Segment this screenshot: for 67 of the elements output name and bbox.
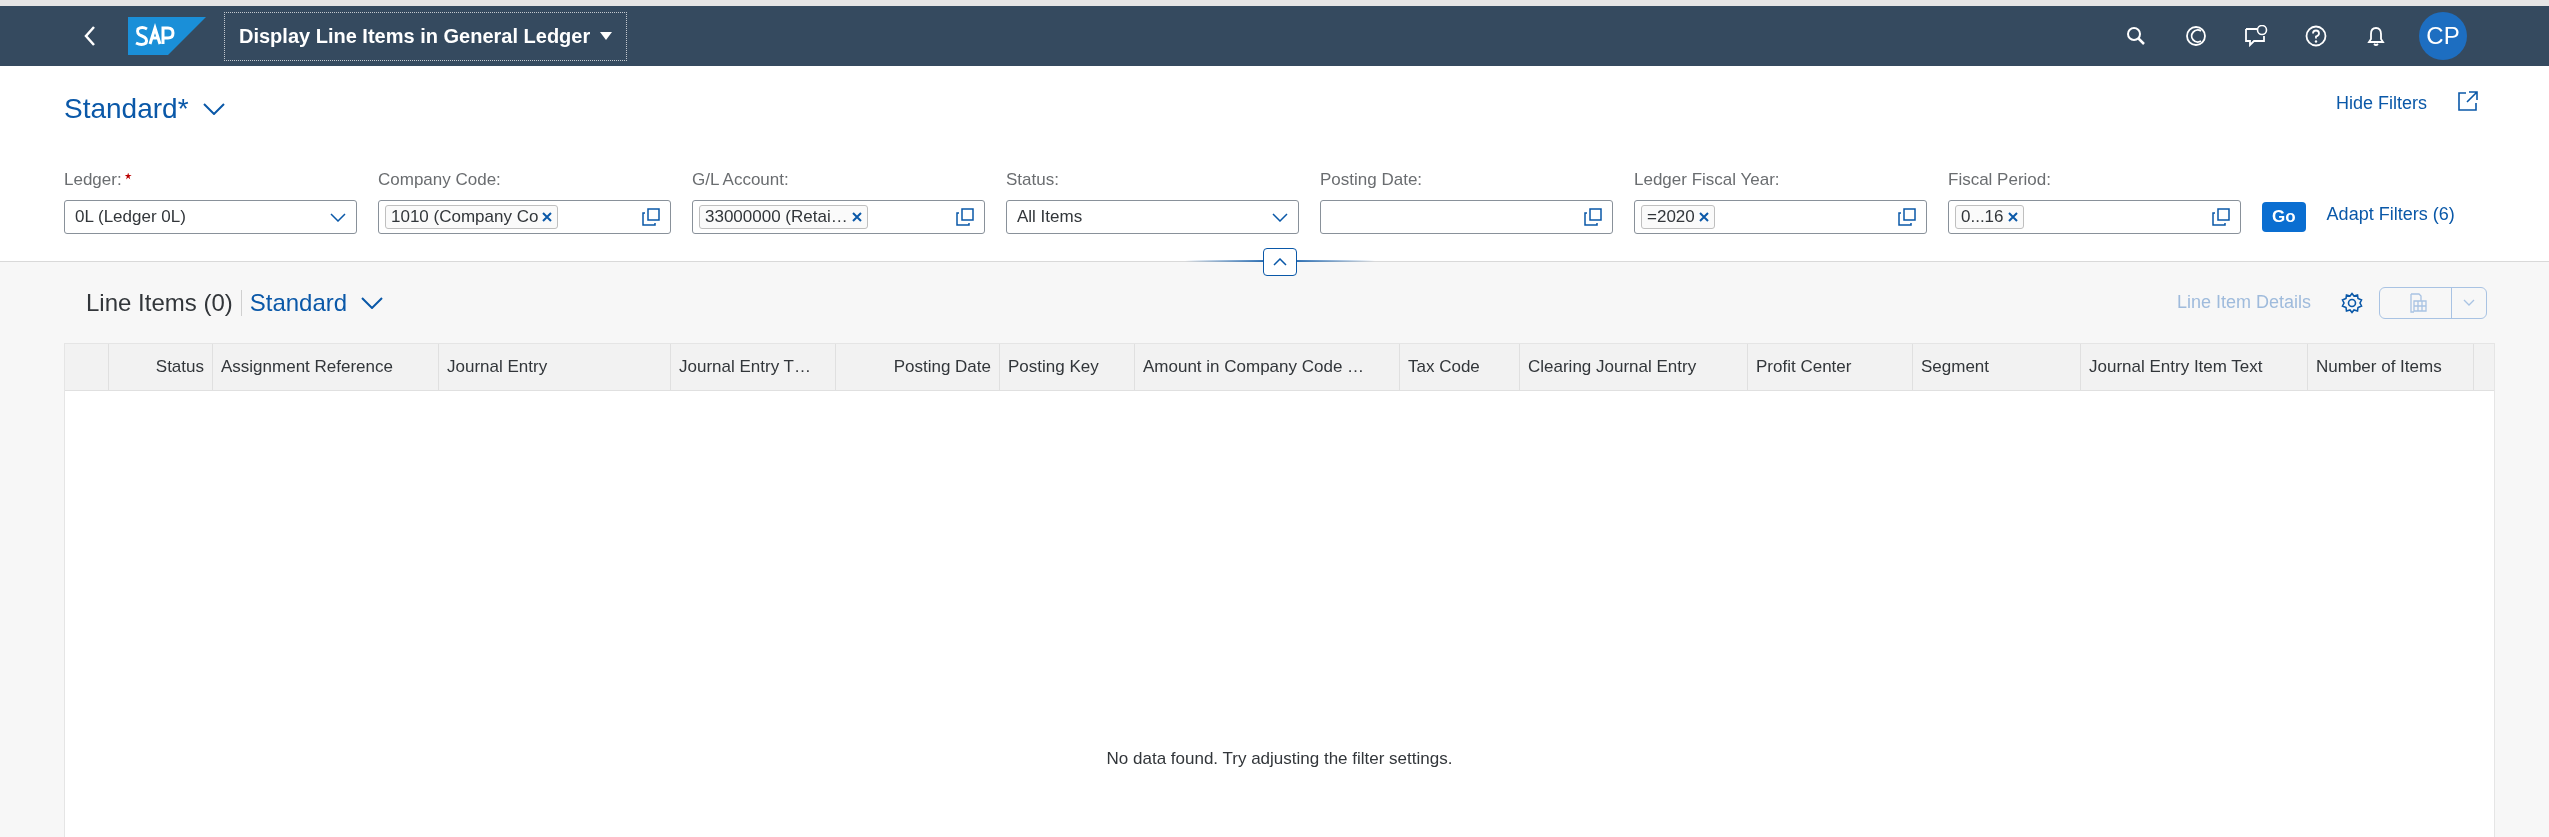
user-avatar[interactable]: CP [2419,12,2467,60]
filter-label: Status: [1006,169,1059,192]
multi-input-field[interactable]: =2020 [1634,200,1927,234]
token[interactable]: 33000000 (Retai… [699,205,868,229]
variant-selector[interactable]: Standard* [64,88,225,130]
close-icon [851,212,862,222]
settings-button[interactable] [2341,291,2363,314]
multi-input-field[interactable]: 0...16 [1948,200,2241,234]
back-icon [83,25,97,47]
column-header[interactable]: Number of Items [2308,344,2474,390]
value-help-icon [642,208,660,226]
app-title-menu[interactable]: Display Line Items in General Ledger [224,11,628,61]
chevron-down-icon [361,296,384,309]
value-help-icon [1584,208,1602,226]
filter-label: Posting Date: [1320,169,1423,192]
table-title: Line Items (0) [86,287,233,318]
column-header[interactable]: Journal Entry [439,344,671,390]
column-header[interactable]: Posting Key [1000,344,1135,390]
column-header[interactable]: Status [109,344,213,390]
chevron-up-icon [1273,258,1287,266]
share-icon [2457,90,2479,112]
go-button[interactable]: Go [2262,202,2306,232]
multi-input-field[interactable] [1320,200,1613,234]
filter-label: Ledger: [64,167,132,193]
filter-label: Ledger Fiscal Year: [1634,169,1780,192]
column-header[interactable]: Profit Center [1748,344,1913,390]
column-header[interactable]: Journal Entry T… [671,344,836,390]
adapt-filters-link[interactable]: Adapt Filters (6) [2326,201,2455,228]
close-icon [542,212,553,222]
multi-input-field[interactable]: 33000000 (Retai… [692,200,985,234]
share-button[interactable] [2457,90,2479,112]
filter-label: Fiscal Period: [1948,169,2051,192]
multi-input-field[interactable]: 1010 (Company Co [378,200,671,234]
collapse-filters-button[interactable] [1263,248,1297,276]
token[interactable]: =2020 [1641,205,1715,229]
chevron-down-icon [2463,299,2475,306]
column-header[interactable]: Amount in Company Code … [1135,344,1400,390]
column-header[interactable]: Clearing Journal Entry [1520,344,1748,390]
no-data-message: No data found. Try adjusting the filter settings. [1106,748,1453,770]
filter-label: Company Code: [378,169,501,192]
column-header[interactable]: Segment [1913,344,2081,390]
table-variant-selector[interactable]: Standard [249,284,384,321]
column-header[interactable]: Assignment Reference [213,344,439,390]
help-icon [2305,25,2327,47]
value-help-icon [2212,208,2230,226]
column-header[interactable]: Tax Code [1400,344,1520,390]
hide-filters-link[interactable]: Hide Filters [2335,90,2427,117]
chevron-down-icon [330,212,346,222]
token[interactable]: 1010 (Company Co [385,205,559,229]
chevron-down-icon [1272,212,1288,222]
caret-icon [600,32,613,40]
settings-icon [2341,291,2363,314]
column-header[interactable]: Journal Entry Item Text [2081,344,2308,390]
select-field[interactable]: 0L (Ledger 0L) [64,200,357,234]
search-icon [2126,26,2146,46]
ring-icon [2185,25,2207,47]
close-icon [1698,212,1709,222]
value-help-icon [1898,208,1916,226]
select-field[interactable]: All Items [1006,200,1299,234]
token[interactable]: 0...16 [1955,205,2024,229]
logo[interactable] [128,17,206,55]
filter-label: G/L Account: [692,169,789,192]
bell-icon [2366,25,2386,47]
value-help-icon [956,208,974,226]
column-header[interactable]: Posting Date [836,344,1000,390]
close-icon [2007,212,2018,222]
chevron-down-icon [202,103,225,115]
